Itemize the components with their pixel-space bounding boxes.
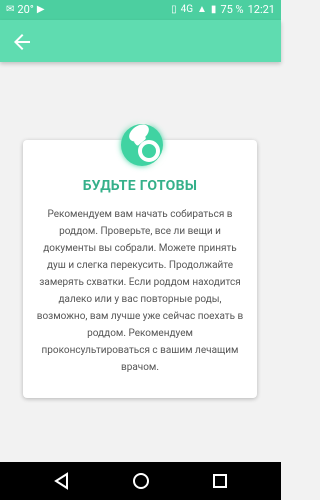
navigation-bar	[0, 462, 281, 500]
nav-home-icon[interactable]	[131, 471, 151, 491]
status-bar: ✉ 20° ▶ ▯ 4G ▲ ▮ 75 % 12:21	[0, 0, 281, 20]
signal-icon: ▲	[197, 4, 207, 15]
network-type: 4G	[180, 4, 194, 15]
battery-level: 75 %	[220, 3, 244, 16]
info-card: БУДЬТЕ ГОТОВЫ Рекомендуем вам начать соб…	[23, 140, 257, 398]
vibrate-icon: ▯	[171, 4, 177, 15]
card-body: Рекомендуем вам начать собираться в родд…	[36, 209, 244, 373]
app-bar	[0, 20, 281, 62]
temperature: 20°	[17, 3, 34, 16]
clock: 12:21	[247, 3, 275, 16]
video-icon: ▶	[36, 4, 45, 15]
battery-icon: ▮	[210, 4, 217, 15]
nav-back-icon[interactable]	[52, 471, 72, 491]
back-arrow-icon[interactable]	[10, 30, 34, 54]
notification-icon: ✉	[6, 4, 15, 15]
pacifier-icon	[121, 124, 163, 166]
card-title: БУДЬТЕ ГОТОВЫ	[82, 178, 198, 194]
nav-recents-icon[interactable]	[210, 471, 230, 491]
